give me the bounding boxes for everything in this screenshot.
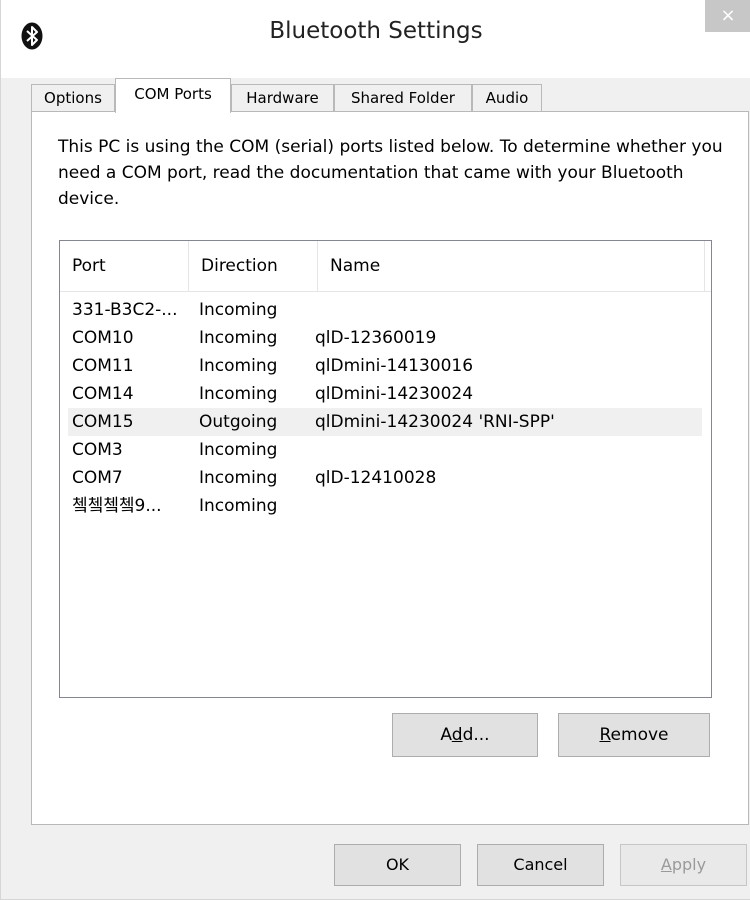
- apply-button[interactable]: Apply: [620, 844, 747, 886]
- direction-cell: Incoming: [199, 496, 278, 516]
- add-button[interactable]: Add...: [392, 713, 538, 757]
- port-cell: COM10: [72, 328, 134, 348]
- table-row[interactable]: COM3 Incoming: [68, 436, 702, 464]
- ok-button[interactable]: OK: [334, 844, 461, 886]
- table-row[interactable]: COM14 Incoming qlDmini-14230024: [68, 380, 702, 408]
- direction-cell: Incoming: [199, 384, 278, 404]
- column-name[interactable]: Name: [318, 241, 705, 291]
- description-text: This PC is using the COM (serial) ports …: [58, 137, 723, 209]
- remove-button[interactable]: Remove: [558, 713, 710, 757]
- cancel-button[interactable]: Cancel: [477, 844, 604, 886]
- remove-label-accesskey: R: [599, 725, 611, 745]
- port-cell: 331-B3C2-...: [72, 300, 178, 320]
- name-cell: qlD-12360019: [315, 328, 437, 348]
- apply-label-post: pply: [671, 855, 707, 874]
- bluetooth-settings-dialog: Bluetooth Settings × Options COM Ports H…: [0, 0, 750, 900]
- add-label-post: d...: [462, 725, 490, 745]
- port-cell: COM7: [72, 468, 123, 488]
- close-icon: ×: [720, 5, 736, 26]
- port-cell: COM11: [72, 356, 134, 376]
- title-bar: Bluetooth Settings ×: [1, 0, 750, 78]
- remove-label-post: emove: [610, 725, 669, 745]
- table-row-selected[interactable]: COM15 Outgoing qlDmini-14230024 'RNI-SPP…: [68, 408, 702, 436]
- port-cell: 쳌쳌쳌쳌9...: [72, 496, 162, 516]
- apply-label-accesskey: A: [660, 855, 672, 874]
- table-row[interactable]: COM7 Incoming qlD-12410028: [68, 464, 702, 492]
- direction-cell: Incoming: [199, 300, 278, 320]
- close-button[interactable]: ×: [705, 0, 750, 32]
- tab-shared-folder[interactable]: Shared Folder: [334, 84, 472, 112]
- com-ports-panel: This PC is using the COM (serial) ports …: [31, 111, 749, 825]
- direction-cell: Incoming: [199, 440, 278, 460]
- column-direction[interactable]: Direction: [189, 241, 318, 291]
- direction-cell: Incoming: [199, 356, 278, 376]
- tab-options[interactable]: Options: [31, 84, 115, 112]
- column-port[interactable]: Port: [60, 241, 189, 291]
- table-row[interactable]: COM11 Incoming qlDmini-14130016: [68, 352, 702, 380]
- table-row[interactable]: COM10 Incoming qlD-12360019: [68, 324, 702, 352]
- name-cell: qlD-12410028: [315, 468, 437, 488]
- port-cell: COM14: [72, 384, 134, 404]
- direction-cell: Incoming: [199, 328, 278, 348]
- com-ports-list[interactable]: Port Direction Name 331-B3C2-... Incomin…: [59, 240, 712, 698]
- port-cell: COM15: [72, 412, 134, 432]
- name-cell: qlDmini-14130016: [315, 356, 474, 376]
- add-label-pre: A: [440, 725, 452, 745]
- direction-cell: Incoming: [199, 468, 278, 488]
- tab-com-ports[interactable]: COM Ports: [115, 78, 231, 113]
- add-label-accesskey: d: [451, 725, 463, 745]
- name-cell: qlDmini-14230024 'RNI-SPP': [315, 412, 555, 432]
- window-title: Bluetooth Settings: [269, 18, 483, 44]
- name-cell: qlDmini-14230024: [315, 384, 474, 404]
- direction-cell: Outgoing: [199, 412, 278, 432]
- table-row[interactable]: 쳌쳌쳌쳌9... Incoming: [68, 492, 702, 520]
- tab-audio[interactable]: Audio: [472, 84, 542, 112]
- table-row[interactable]: 331-B3C2-... Incoming: [68, 296, 702, 324]
- port-cell: COM3: [72, 440, 123, 460]
- list-header: Port Direction Name: [60, 241, 711, 292]
- tab-hardware[interactable]: Hardware: [231, 84, 334, 112]
